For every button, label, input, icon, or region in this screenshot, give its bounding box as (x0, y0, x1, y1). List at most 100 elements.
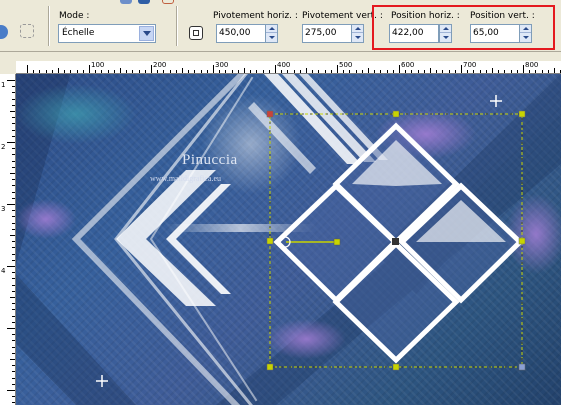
ruler-tick (10, 173, 15, 174)
ruler-tick (126, 70, 127, 73)
ruler-label: 600 (401, 61, 415, 69)
ruler-tick (256, 70, 257, 73)
ruler-tick (492, 68, 493, 73)
ruler-tick (89, 65, 90, 73)
ruler-tick (139, 70, 140, 73)
ruler-label: 700 (463, 61, 477, 69)
ruler-tick (12, 179, 15, 180)
scale-icon[interactable] (138, 0, 150, 4)
ruler-tick (12, 347, 15, 348)
ruler-tick (449, 70, 450, 73)
ruler-tick (12, 105, 15, 106)
ruler-tick (312, 70, 313, 73)
ruler-tick (83, 70, 84, 73)
ruler-tick (12, 86, 15, 87)
ruler-tick (194, 70, 195, 73)
separator (48, 6, 50, 46)
ruler-label: 3 (1, 205, 6, 213)
ruler-tick (7, 204, 15, 205)
ruler-tick (517, 70, 518, 73)
rotation-h-input[interactable]: 450,00 (216, 24, 266, 43)
ruler-tick (424, 70, 425, 73)
ruler-tick (157, 70, 158, 73)
ruler-label: 200 (153, 61, 167, 69)
ruler-tick (12, 396, 15, 397)
ruler-tick (12, 365, 15, 366)
mode-select[interactable]: Échelle (58, 24, 156, 43)
rotation-v-spinner[interactable] (351, 24, 364, 43)
ruler-tick (77, 70, 78, 73)
ruler-tick (542, 70, 543, 73)
mode-value: Échelle (62, 28, 95, 38)
toolbar: Mode : Échelle Pivotement horiz. : 450,0… (0, 0, 561, 52)
ruler-tick (70, 70, 71, 73)
ruler-tick (12, 402, 15, 403)
ruler-tick (467, 70, 468, 73)
ruler-tick (356, 70, 357, 73)
ruler-tick (58, 68, 59, 73)
ruler-tick (306, 68, 307, 73)
ruler-tick (176, 70, 177, 73)
ruler-tick (101, 70, 102, 73)
rotation-h-spinner[interactable] (265, 24, 278, 43)
ruler-tick (12, 223, 15, 224)
ruler-tick (12, 309, 15, 310)
ruler-tick (461, 65, 462, 73)
ruler-label: 300 (215, 61, 229, 69)
ruler-tick (430, 68, 431, 73)
ruler-label: 4 (1, 267, 6, 275)
ruler-tick (498, 70, 499, 73)
ruler-tick (232, 70, 233, 73)
ruler-tick (10, 359, 15, 360)
ruler-label: 500 (339, 61, 353, 69)
dashed-select-icon[interactable] (20, 24, 34, 38)
ruler-tick (318, 70, 319, 73)
ruler-tick (418, 70, 419, 73)
ruler-tick (12, 247, 15, 248)
ruler-tick (12, 161, 15, 162)
move-icon[interactable] (120, 0, 132, 4)
chevron-down-icon[interactable] (139, 26, 154, 41)
ruler-tick (12, 99, 15, 100)
frame-icon[interactable] (189, 26, 203, 40)
ruler-tick (7, 390, 15, 391)
ruler-tick (12, 136, 15, 137)
reset-icon[interactable] (162, 0, 174, 4)
ruler-tick (151, 65, 152, 73)
refresh-icon[interactable] (0, 25, 8, 39)
image-canvas[interactable]: Pinuccia www.maildigrafica.eu (16, 74, 561, 405)
rotation-handle (333, 238, 341, 246)
ruler-tick (436, 70, 437, 73)
ruler-tick (442, 70, 443, 73)
ruler-tick (225, 70, 226, 73)
ruler-tick (12, 353, 15, 354)
ruler-label: 800 (525, 61, 539, 69)
ruler-tick (281, 70, 282, 73)
ruler-tick (12, 167, 15, 168)
ruler-tick (12, 241, 15, 242)
canvas-artwork (16, 74, 561, 405)
ruler-tick (362, 70, 363, 73)
ruler-tick (10, 297, 15, 298)
ruler-tick (182, 68, 183, 73)
ruler-tick (39, 70, 40, 73)
ruler-tick (480, 70, 481, 73)
ruler-tick (523, 65, 524, 73)
ruler-tick (145, 70, 146, 73)
ruler-tick (12, 216, 15, 217)
watermark-url: www.maildigrafica.eu (150, 174, 222, 183)
ruler-tick (12, 378, 15, 379)
chevron-core (116, 170, 216, 306)
ruler-tick (52, 70, 53, 73)
ruler-tick (12, 192, 15, 193)
ruler-tick (12, 229, 15, 230)
ruler-tick (163, 70, 164, 73)
ruler-tick (343, 70, 344, 73)
position-highlight-box (372, 5, 555, 50)
ruler-tick (201, 70, 202, 73)
rotation-v-input[interactable]: 275,00 (302, 24, 352, 43)
ruler-tick (12, 117, 15, 118)
ruler-tick (455, 70, 456, 73)
ruler-tick (7, 266, 15, 267)
ruler-tick (33, 70, 34, 73)
